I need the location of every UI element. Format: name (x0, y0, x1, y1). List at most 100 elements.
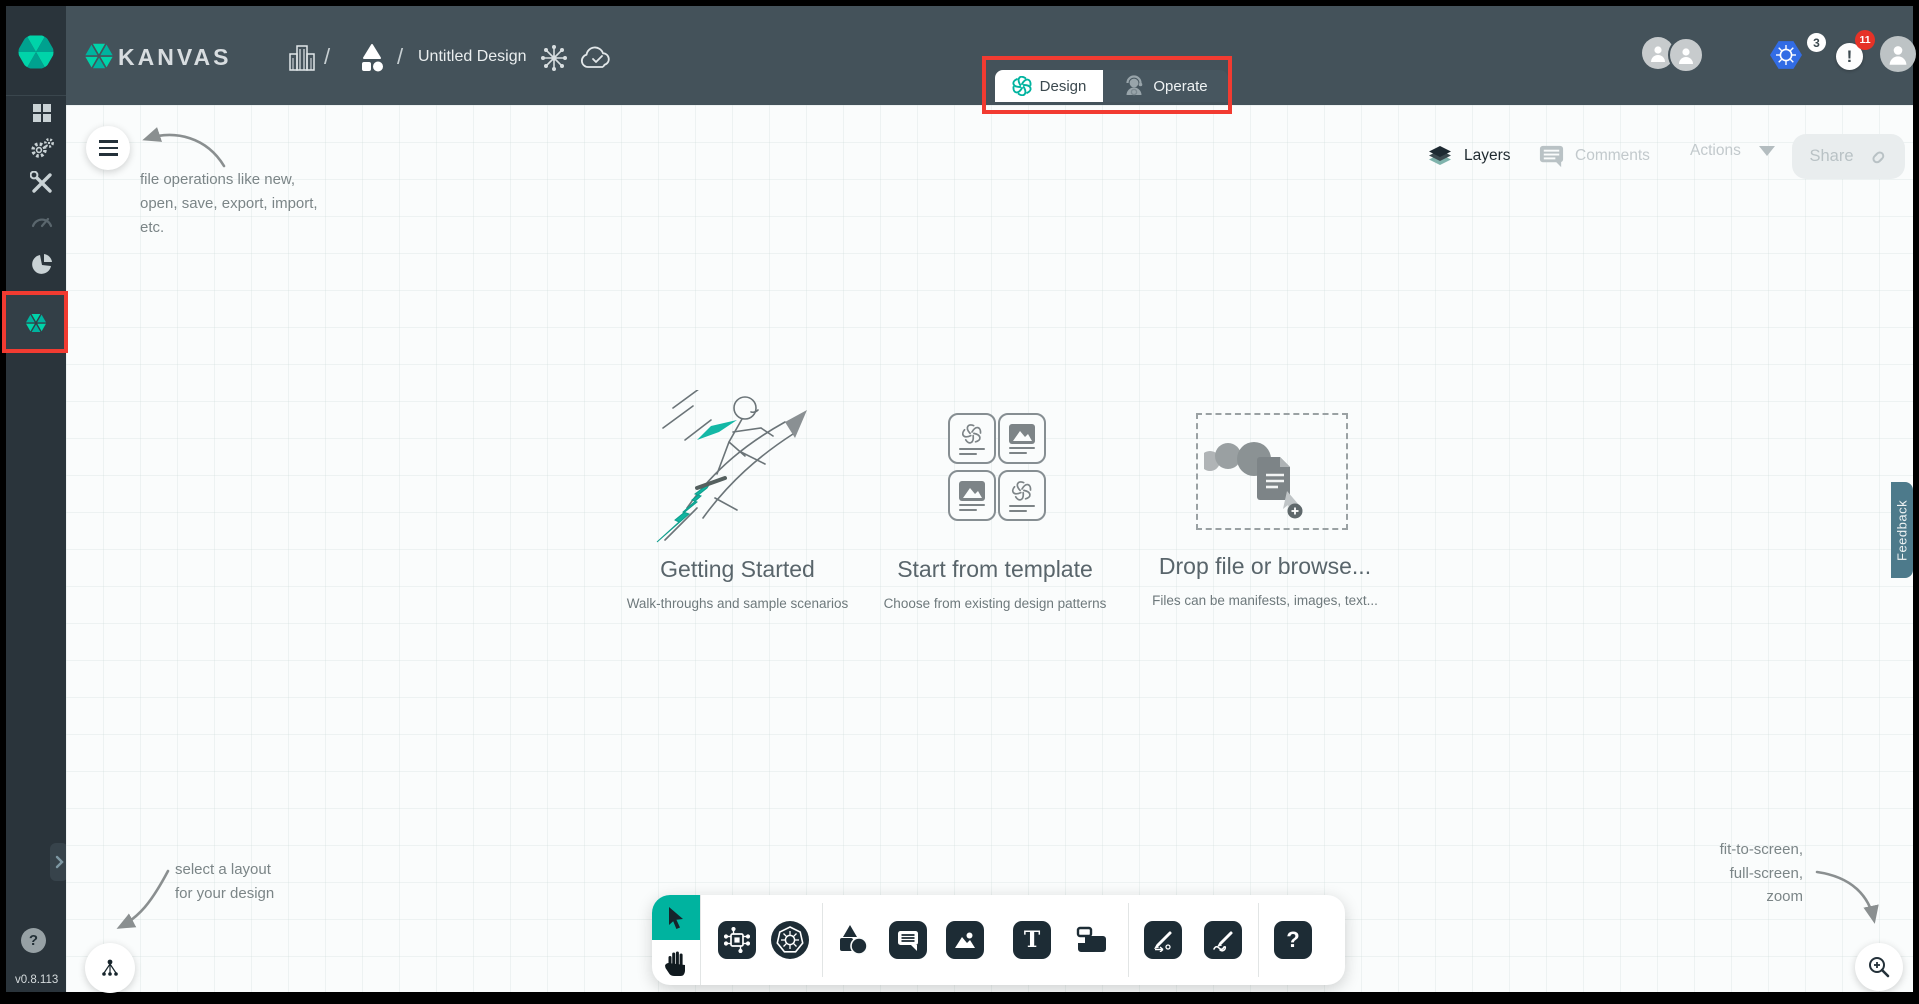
kubernetes-context-icon[interactable] (1768, 37, 1804, 73)
cursor-icon (665, 906, 687, 930)
chevron-right-icon (55, 855, 64, 869)
drop-zone[interactable] (1196, 413, 1348, 530)
person-icon (1886, 42, 1910, 66)
chip-icon (724, 927, 750, 953)
annotation-box-mode-toggle (982, 56, 1232, 114)
template-thumb (948, 470, 996, 521)
hand-icon (664, 950, 688, 976)
section-icon (1075, 924, 1109, 956)
canvas-menu-button[interactable] (86, 126, 130, 170)
link-icon (1868, 147, 1888, 167)
image-icon (959, 481, 985, 501)
magnifier-plus-icon (1866, 954, 1892, 980)
comments-toggle[interactable]: Comments (1538, 142, 1650, 169)
section-tool[interactable] (1073, 921, 1111, 959)
sidebar-item-dashboard[interactable] (22, 98, 62, 128)
comment-tool[interactable] (889, 921, 927, 959)
meshery-logo-button[interactable] (6, 6, 66, 96)
rocket-doodle-illustration (645, 390, 830, 550)
template-thumb (948, 413, 996, 464)
comment-icon (1538, 142, 1565, 169)
workspace-icon[interactable] (354, 42, 390, 78)
select-tool-active[interactable] (652, 895, 700, 940)
comment-icon (896, 928, 920, 952)
version-label: v0.8.113 (15, 974, 58, 986)
layout-graph-icon (98, 956, 122, 980)
feedback-tab[interactable]: Feedback (1891, 482, 1913, 578)
annotation-file-operations: file operations like new, open, save, ex… (140, 168, 318, 240)
chevron-down-icon (1759, 146, 1775, 156)
drop-file-card[interactable]: Drop file or browse... Files can be mani… (1115, 385, 1415, 625)
kanvas-logo-icon[interactable] (82, 37, 116, 75)
meshery-logo-icon (16, 32, 56, 72)
help-button[interactable]: ? (21, 928, 46, 953)
segmented-circle-icon (30, 253, 54, 277)
pen-tool[interactable] (1144, 921, 1182, 959)
actions-label: Actions (1690, 142, 1741, 160)
cloud-saved-icon (579, 46, 615, 74)
gears-icon (29, 136, 55, 160)
image-tool[interactable] (946, 921, 984, 959)
sidebar-item-settings[interactable] (22, 133, 62, 163)
kanvas-app: ? v0.8.113 KANVAS / / Unt (0, 0, 1919, 1004)
person-icon (1676, 45, 1696, 65)
comments-label: Comments (1575, 147, 1650, 165)
collaborator-avatar[interactable] (1668, 37, 1704, 73)
dashboard-icon (32, 103, 52, 123)
template-thumb (998, 413, 1046, 464)
card-title: Start from template (845, 556, 1145, 583)
person-icon (1648, 43, 1668, 63)
node-tool[interactable] (718, 921, 756, 959)
share-button[interactable]: Share (1792, 134, 1905, 179)
card-subtitle: Choose from existing design patterns (845, 596, 1145, 611)
kubernetes-wheel-icon (775, 925, 805, 955)
text-tool[interactable]: T (1013, 921, 1051, 959)
pan-tool[interactable] (652, 940, 700, 985)
pencil-scribble-icon (1211, 928, 1235, 952)
image-icon (1009, 424, 1035, 444)
share-label: Share (1809, 147, 1853, 166)
wrench-screwdriver-icon (30, 171, 54, 195)
actions-dropdown[interactable]: Actions (1690, 142, 1775, 160)
canvas-toolbar: T ? (652, 895, 1345, 985)
shapes-icon (835, 923, 869, 957)
annotation-box-kanvas-item (2, 291, 68, 353)
template-thumbnails (948, 413, 1042, 521)
zoom-button[interactable] (1855, 943, 1903, 991)
organization-icon[interactable] (287, 43, 317, 73)
hamburger-icon (99, 140, 118, 155)
pen-arrow-icon (1151, 928, 1175, 952)
help-tool[interactable]: ? (1274, 921, 1312, 959)
annotation-zoom-controls: fit-to-screen, full-screen, zoom (1603, 838, 1803, 909)
start-from-template-card[interactable]: Start from template Choose from existing… (845, 385, 1145, 625)
layout-select-button[interactable] (85, 943, 135, 993)
design-nodes-icon[interactable] (538, 42, 570, 74)
drop-file-illustration (1204, 439, 1324, 519)
question-icon: ? (1286, 929, 1299, 951)
shapes-tool[interactable] (833, 921, 871, 959)
spiral-icon (1011, 480, 1033, 502)
brand-wordmark: KANVAS (118, 44, 231, 71)
profile-avatar[interactable] (1880, 36, 1916, 72)
alert-count-badge: 11 (1855, 30, 1875, 50)
breadcrumb-separator: / (324, 44, 330, 70)
sidebar-item-extensions[interactable] (22, 250, 62, 280)
spiral-icon (961, 423, 983, 445)
card-title: Drop file or browse... (1115, 553, 1415, 580)
design-name[interactable]: Untitled Design (418, 48, 527, 66)
sidebar-item-performance[interactable] (22, 206, 62, 236)
breadcrumb-separator: / (397, 44, 403, 70)
k8s-count-badge: 3 (1807, 33, 1826, 52)
text-icon: T (1024, 929, 1040, 951)
kubernetes-tool[interactable] (771, 921, 809, 959)
sidebar-item-tools[interactable] (22, 168, 62, 198)
left-sidebar: ? v0.8.113 (6, 6, 66, 992)
gauge-icon (30, 212, 54, 230)
layers-toggle[interactable]: Layers (1426, 142, 1511, 170)
image-icon (953, 928, 977, 952)
template-thumb (998, 470, 1046, 521)
layers-label: Layers (1464, 147, 1511, 165)
annotation-select-layout: select a layout for your design (175, 858, 274, 906)
pencil-tool[interactable] (1204, 921, 1242, 959)
layers-icon (1426, 142, 1454, 170)
